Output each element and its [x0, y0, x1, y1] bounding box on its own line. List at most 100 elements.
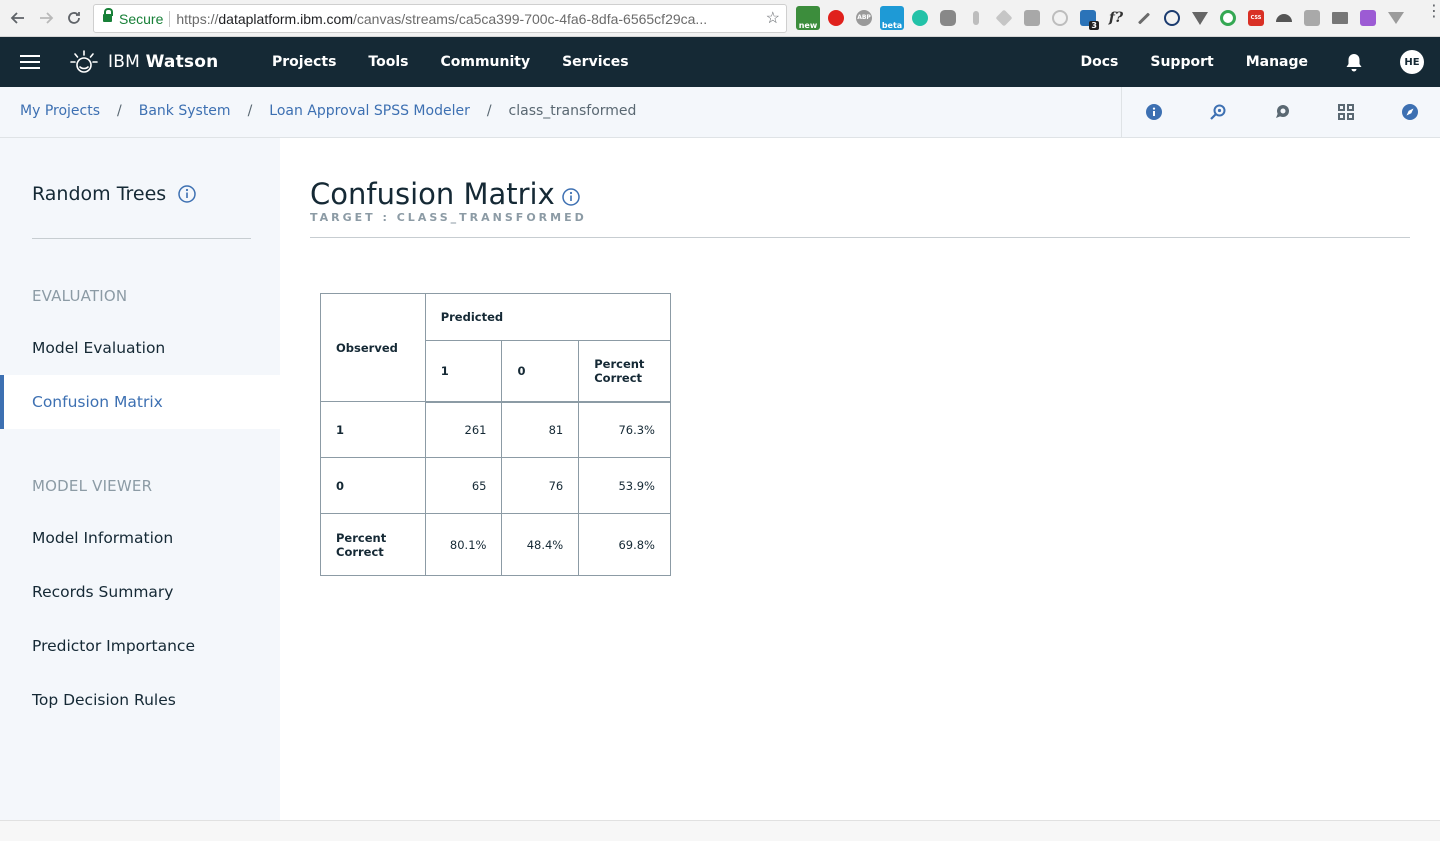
formula-extension-icon[interactable]: f? — [1104, 6, 1128, 30]
breadcrumb-separator: / — [486, 103, 492, 119]
magnifier-icon — [1210, 104, 1226, 120]
chat-tool-button[interactable] — [1250, 87, 1314, 137]
sidebar-item-predictor-importance[interactable]: Predictor Importance — [0, 619, 280, 673]
table-row: Percent Correct 80.1% 48.4% 69.8% — [320, 513, 671, 576]
nav-projects[interactable]: Projects — [256, 37, 352, 87]
address-bar[interactable]: Secure https://dataplatform.ibm.com/canv… — [93, 4, 787, 33]
sidebar-item-records-summary[interactable]: Records Summary — [0, 565, 280, 619]
nav-community[interactable]: Community — [424, 37, 546, 87]
model-title-text: Random Trees — [32, 183, 167, 205]
row-header: Percent Correct — [320, 513, 426, 576]
model-sidebar: Random Trees EVALUATION Model Evaluation… — [0, 138, 280, 820]
vue-extension-icon[interactable] — [1188, 6, 1212, 30]
breadcrumb-loan-approval[interactable]: Loan Approval SPSS Modeler — [269, 103, 470, 119]
monitor-extension-icon[interactable] — [1328, 6, 1352, 30]
notification-bell-icon[interactable] — [1345, 53, 1363, 72]
confusion-matrix-table: Observed Predicted 1 0 Percent Correct 1… — [320, 293, 672, 576]
nav-manage[interactable]: Manage — [1230, 37, 1324, 87]
row-header: 1 — [320, 401, 426, 458]
table-cell: 69.8% — [578, 513, 671, 576]
table-row: 1 261 81 76.3% — [320, 401, 671, 458]
user-avatar[interactable]: HE — [1400, 50, 1424, 74]
horizontal-scrollbar[interactable] — [0, 820, 1440, 841]
css-extension-icon[interactable]: CSS — [1244, 6, 1268, 30]
breadcrumb-bar: My Projects / Bank System / Loan Approva… — [0, 87, 1440, 138]
nav-support[interactable]: Support — [1134, 37, 1229, 87]
toolbar-icons — [1121, 87, 1440, 137]
column-header: 0 — [501, 340, 580, 403]
beta-badge-extension-icon[interactable]: beta — [880, 6, 904, 30]
w-extension-icon[interactable] — [1384, 6, 1408, 30]
nav-docs[interactable]: Docs — [1065, 37, 1135, 87]
openai-extension-icon[interactable] — [936, 6, 960, 30]
breadcrumb-my-projects[interactable]: My Projects — [20, 103, 100, 119]
k-extension-icon[interactable] — [1020, 6, 1044, 30]
app-header: IBM Watson Projects Tools Community Serv… — [0, 37, 1440, 87]
new-badge-extension-icon[interactable]: new — [796, 6, 820, 30]
page-title-text: Confusion Matrix — [310, 177, 555, 211]
extension-tray: new ABP beta 3 f? CSS — [796, 6, 1408, 30]
opera-extension-icon[interactable] — [824, 6, 848, 30]
column-header: 1 — [424, 340, 503, 403]
search-tool-button[interactable] — [1186, 87, 1250, 137]
secure-label: Secure — [119, 10, 164, 27]
bookmark-star-icon[interactable]: ☆ — [766, 8, 780, 28]
breadcrumb-separator: / — [247, 103, 253, 119]
forward-arrow-icon[interactable] — [32, 4, 60, 32]
table-header-row: Observed Predicted — [320, 293, 672, 402]
grid-icon — [1338, 104, 1354, 120]
info-icon[interactable] — [178, 185, 196, 203]
reload-icon[interactable] — [60, 4, 88, 32]
lock-icon — [103, 8, 113, 24]
section-model-viewer: MODEL VIEWER — [32, 477, 153, 495]
target-subtitle: TARGET : CLASS_TRANSFORMED — [310, 211, 587, 224]
mercury-extension-icon[interactable] — [908, 6, 932, 30]
breadcrumb: My Projects / Bank System / Loan Approva… — [20, 103, 636, 119]
url-divider — [169, 10, 171, 27]
react-devtools-extension-icon[interactable]: 3 — [1076, 6, 1100, 30]
table-cell: 53.9% — [578, 457, 671, 514]
section-evaluation: EVALUATION — [32, 287, 128, 305]
url-text: https://dataplatform.ibm.com/canvas/stre… — [176, 10, 708, 27]
breadcrumb-separator: / — [117, 103, 122, 119]
kite-extension-icon[interactable] — [992, 6, 1016, 30]
nav-tools[interactable]: Tools — [352, 37, 424, 87]
table-cell: 76 — [501, 457, 580, 514]
observed-header: Observed — [320, 293, 426, 402]
page-title: Confusion Matrix — [310, 177, 580, 211]
table-row: 0 65 76 53.9% — [320, 457, 671, 514]
info-tool-button[interactable] — [1122, 87, 1186, 137]
title-divider — [310, 237, 1410, 238]
info-filled-icon — [1146, 104, 1162, 120]
pen-extension-icon[interactable] — [1132, 6, 1156, 30]
grid-tool-button[interactable] — [1314, 87, 1378, 137]
sidebar-item-confusion-matrix[interactable]: Confusion Matrix — [0, 375, 280, 429]
info-icon[interactable] — [562, 188, 580, 206]
pin-extension-icon[interactable] — [964, 6, 988, 30]
puzzle-extension-icon[interactable] — [1356, 6, 1380, 30]
hamburger-menu-icon[interactable] — [20, 55, 40, 69]
primary-nav: Projects Tools Community Services — [256, 37, 645, 87]
hat-extension-icon[interactable] — [1272, 6, 1296, 30]
breadcrumb-bank-system[interactable]: Bank System — [139, 103, 231, 119]
circle-extension-icon[interactable] — [1048, 6, 1072, 30]
sidebar-item-top-decision-rules[interactable]: Top Decision Rules — [0, 673, 280, 727]
table-cell: 76.3% — [578, 401, 671, 458]
sidebar-item-model-evaluation[interactable]: Model Evaluation — [0, 321, 280, 375]
atom-extension-icon[interactable] — [1160, 6, 1184, 30]
column-header: Percent Correct — [578, 340, 671, 403]
compass-icon — [1402, 104, 1418, 120]
table-cell: 65 — [424, 457, 503, 514]
model-title: Random Trees — [32, 183, 196, 205]
square-extension-icon[interactable] — [1300, 6, 1324, 30]
back-arrow-icon[interactable] — [4, 4, 32, 32]
sidebar-item-model-information[interactable]: Model Information — [0, 511, 280, 565]
compass-tool-button[interactable] — [1378, 87, 1440, 137]
nav-services[interactable]: Services — [546, 37, 645, 87]
secondary-nav: Docs Support Manage — [1065, 37, 1325, 87]
target-extension-icon[interactable] — [1216, 6, 1240, 30]
brand-name[interactable]: IBM Watson — [108, 52, 218, 72]
browser-menu-icon[interactable]: ⋮ — [1426, 3, 1440, 19]
row-header: 0 — [320, 457, 426, 514]
adblock-extension-icon[interactable]: ABP — [852, 6, 876, 30]
